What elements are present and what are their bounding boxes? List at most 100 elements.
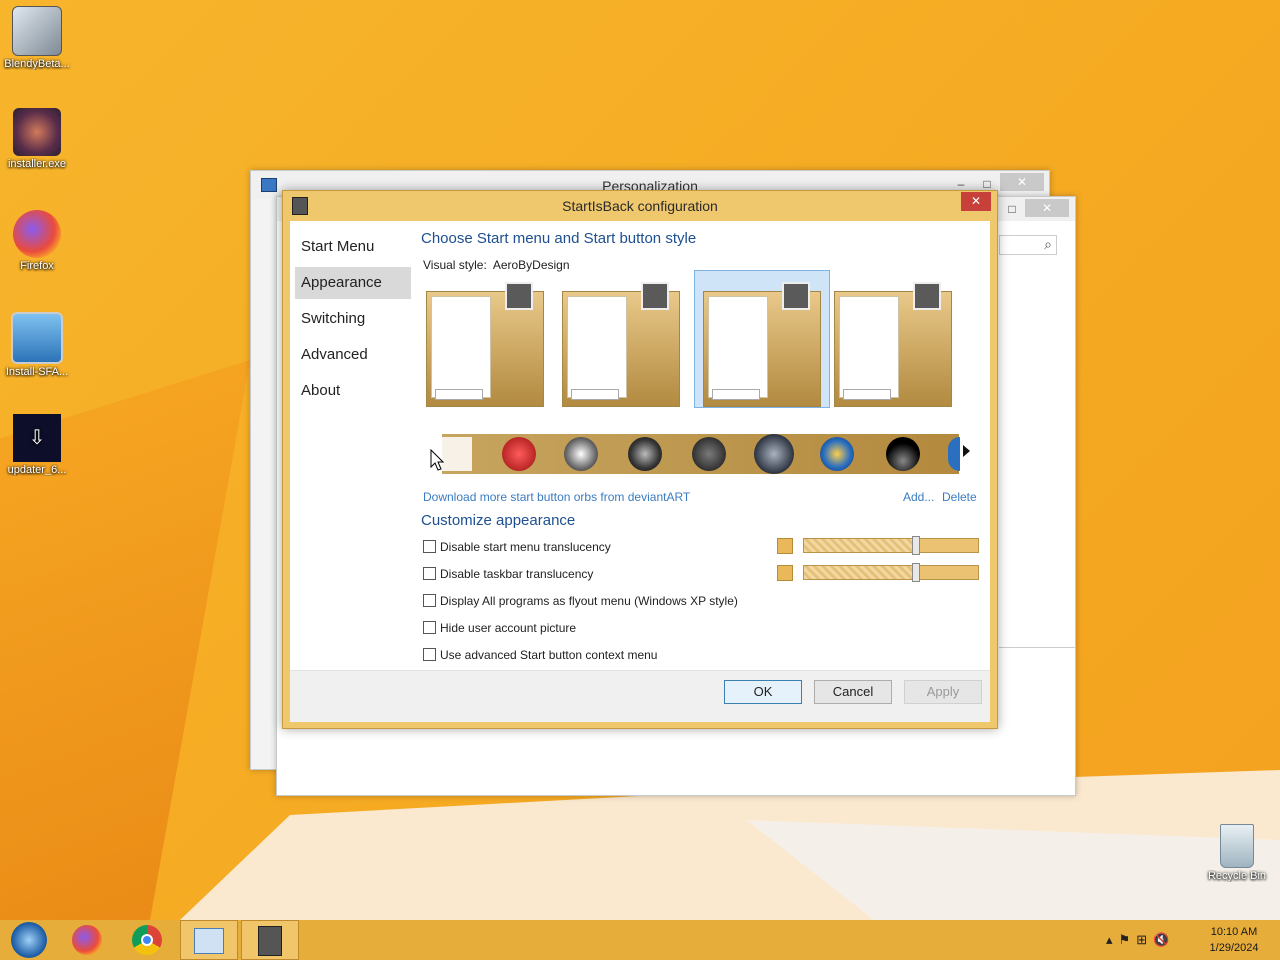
nav-item-switching[interactable]: Switching <box>295 303 411 335</box>
mouse-cursor-icon <box>430 449 444 471</box>
windows-flat-orb[interactable] <box>442 437 472 471</box>
option-label: Disable start menu translucency <box>440 540 611 554</box>
show-hidden-icons-icon[interactable]: ▴ <box>1106 932 1119 947</box>
visual-style-value: AeroByDesign <box>492 258 570 272</box>
slider-knob[interactable] <box>912 563 920 582</box>
style-option-selected[interactable] <box>694 270 830 408</box>
checkbox[interactable] <box>423 621 436 634</box>
option-flyout-all-programs[interactable]: Display All programs as flyout menu (Win… <box>423 594 738 610</box>
cancel-button[interactable]: Cancel <box>814 680 892 704</box>
startisback-dialog: StartIsBack configuration ✕ Start Menu A… <box>282 190 998 729</box>
search-box[interactable]: ⌕ <box>999 235 1057 255</box>
taskbar: ▴⚑⊞🔇 10:10 AM 1/29/2024 <box>0 920 1280 960</box>
checkbox[interactable] <box>423 594 436 607</box>
style-option[interactable] <box>562 281 680 407</box>
clock-time: 10:10 AM <box>1210 926 1258 938</box>
black-orb[interactable] <box>886 437 920 471</box>
search-field-preview <box>712 389 760 400</box>
taskbar-chrome[interactable] <box>118 920 176 960</box>
dialog-client: Start Menu Appearance Switching Advanced… <box>290 221 990 722</box>
settings-nav: Start Menu Appearance Switching Advanced… <box>295 231 411 411</box>
search-icon: ⌕ <box>1044 236 1052 252</box>
option-disable-taskbar-translucency[interactable]: Disable taskbar translucency <box>423 567 593 583</box>
section-heading: Choose Start menu and Start button style <box>421 230 697 247</box>
user-picture-icon <box>913 282 941 310</box>
clock-date: 1/29/2024 <box>1209 942 1259 954</box>
desktop-icon-installer[interactable]: installer.exe <box>0 108 74 170</box>
divider <box>999 647 1075 648</box>
start-orb-strip <box>442 434 960 474</box>
desktop-icon-firefox[interactable]: Firefox <box>0 210 74 272</box>
network-icon[interactable]: ⊞ <box>1136 932 1153 947</box>
taskbar-firefox[interactable] <box>58 920 116 960</box>
windows-orb-selected[interactable] <box>754 434 794 474</box>
option-disable-start-menu-translucency[interactable]: Disable start menu translucency <box>423 540 611 556</box>
desktop-icon-label: Firefox <box>20 260 54 272</box>
translucency-slider[interactable] <box>803 563 979 582</box>
desktop-icon-recycle-bin[interactable]: Recycle Bin <box>1200 824 1274 882</box>
nav-item-advanced[interactable]: Advanced <box>295 339 411 371</box>
nav-item-appearance[interactable]: Appearance <box>295 267 411 299</box>
windows-orb-icon <box>11 922 47 958</box>
slider-knob[interactable] <box>912 536 920 555</box>
desktop-icon-install-sfa[interactable]: Install-SFA... <box>0 312 74 378</box>
search-field-preview <box>843 389 891 400</box>
translucency-slider[interactable] <box>803 536 979 555</box>
dialog-title: StartIsBack configuration <box>562 198 718 214</box>
taskbar-control-panel[interactable] <box>180 920 238 960</box>
add-orb-link[interactable]: Add... <box>903 490 934 504</box>
taskbar-startisback[interactable] <box>241 920 299 960</box>
search-field-preview <box>571 389 619 400</box>
user-picture-icon <box>782 282 810 310</box>
updater-icon: ⇩ <box>13 414 61 462</box>
option-label: Display All programs as flyout menu (Win… <box>440 594 738 608</box>
checkbox[interactable] <box>423 540 436 553</box>
clock[interactable]: 10:10 AM 1/29/2024 <box>1204 924 1264 956</box>
nav-item-start-menu[interactable]: Start Menu <box>295 231 411 263</box>
option-label: Hide user account picture <box>440 621 577 635</box>
style-option[interactable] <box>834 281 952 407</box>
maximize-button[interactable]: □ <box>999 200 1025 218</box>
download-orbs-link[interactable]: Download more start button orbs from dev… <box>423 490 690 504</box>
apply-button[interactable]: Apply <box>904 680 982 704</box>
flag-icon[interactable]: ⚑ <box>1119 932 1137 947</box>
control-panel-icon <box>194 928 224 954</box>
windows-orb-dark[interactable] <box>628 437 662 471</box>
style-option[interactable] <box>426 281 544 407</box>
option-hide-user-picture[interactable]: Hide user account picture <box>423 621 576 637</box>
user-picture-icon <box>505 282 533 310</box>
start-button[interactable] <box>0 920 58 960</box>
checkbox[interactable] <box>423 567 436 580</box>
option-advanced-context-menu[interactable]: Use advanced Start button context menu <box>423 648 657 664</box>
christmas-orb[interactable] <box>502 437 536 471</box>
installer-icon <box>13 108 61 156</box>
delete-orb-link[interactable]: Delete <box>942 490 977 504</box>
windows-orb-black[interactable] <box>692 437 726 471</box>
color-swatch[interactable] <box>777 565 793 581</box>
search-field-preview <box>435 389 483 400</box>
ok-button[interactable]: OK <box>724 680 802 704</box>
windows-orb-partial[interactable] <box>948 437 960 471</box>
windows-orb[interactable] <box>564 437 598 471</box>
option-label: Disable taskbar translucency <box>440 567 594 581</box>
desktop-icon-updater[interactable]: ⇩ updater_6... <box>0 414 74 476</box>
nav-item-about[interactable]: About <box>295 375 411 407</box>
startisback-icon <box>258 926 282 956</box>
scroll-right-icon[interactable] <box>963 445 970 457</box>
windows-orb-color[interactable] <box>820 437 854 471</box>
volume-muted-icon[interactable]: 🔇 <box>1153 932 1175 947</box>
blendy-icon <box>12 6 62 56</box>
close-button[interactable]: ✕ <box>961 192 991 211</box>
system-tray: ▴⚑⊞🔇 <box>1106 932 1175 948</box>
user-picture-icon <box>641 282 669 310</box>
visual-style-row: Visual style: AeroByDesign <box>423 258 570 272</box>
firefox-icon <box>13 210 61 258</box>
computer-icon <box>11 312 63 364</box>
desktop-icon-label: updater_6... <box>7 464 67 476</box>
close-button[interactable]: ✕ <box>1025 199 1069 217</box>
desktop-icon-blendybeta[interactable]: BlendyBeta... <box>0 6 74 70</box>
checkbox[interactable] <box>423 648 436 661</box>
desktop-icon-label: installer.exe <box>7 158 67 170</box>
close-button[interactable]: ✕ <box>1000 173 1044 191</box>
color-swatch[interactable] <box>777 538 793 554</box>
